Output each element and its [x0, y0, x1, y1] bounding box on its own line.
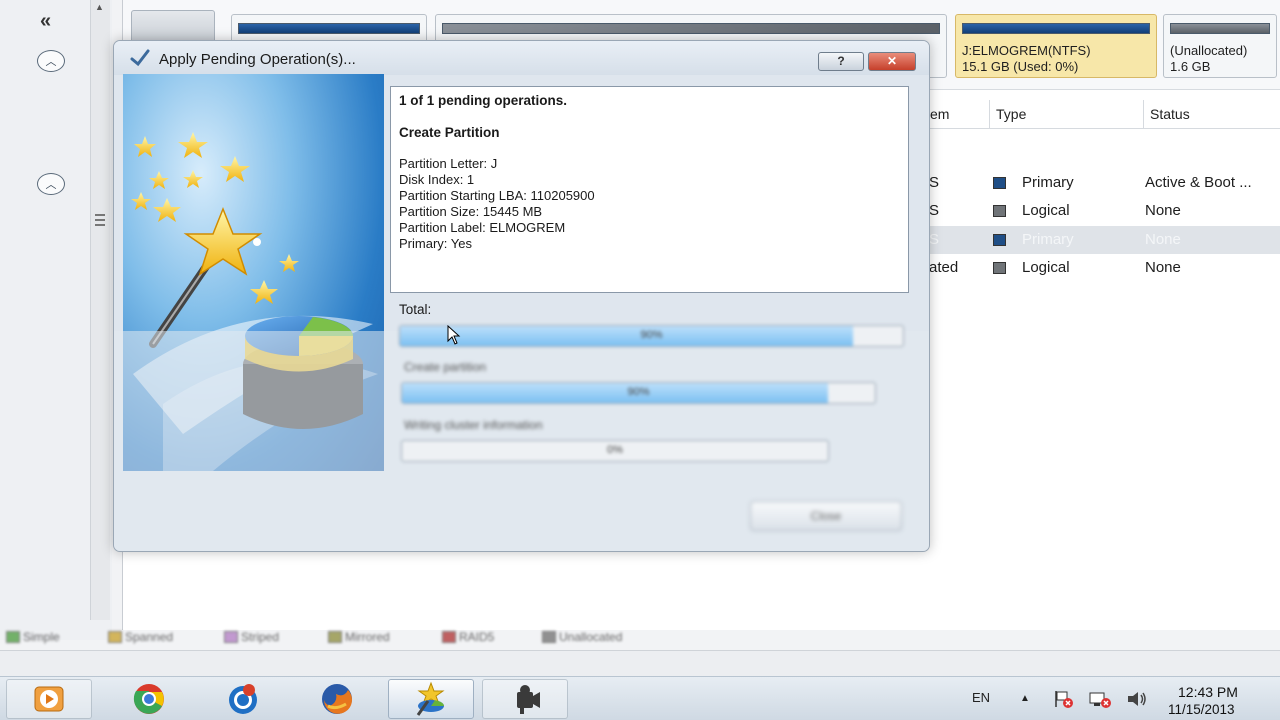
file-system-cell: S	[929, 231, 940, 248]
total-progress-label: Total:	[399, 302, 432, 317]
column-header-type[interactable]: Type	[989, 100, 1143, 128]
operation-detail-line: Partition Starting LBA: 110205900	[399, 188, 595, 203]
status-cell: None	[1145, 231, 1181, 248]
operation-details: Partition Letter: J Disk Index: 1 Partit…	[399, 156, 900, 252]
collapse-panel-icon[interactable]: «	[40, 10, 51, 33]
legend-item: Spanned	[108, 630, 173, 644]
substep-progress-bar: 0%	[401, 440, 829, 462]
chrome-icon	[133, 684, 164, 714]
partition-usage-bar	[238, 23, 420, 34]
progress-percent: 90%	[640, 329, 663, 341]
taskbar-app-camtasia[interactable]	[482, 679, 568, 719]
close-dialog-button[interactable]: Close	[750, 501, 902, 531]
operation-detail-line: Disk Index: 1	[399, 172, 475, 187]
partition-size: 15.1 GB (Used: 0%)	[962, 59, 1079, 74]
dialog-title: Apply Pending Operation(s)...	[159, 51, 356, 68]
file-system-cell: S	[929, 202, 940, 219]
operation-detail-line: Partition Size: 15445 MB	[399, 204, 543, 219]
partition-label: J:ELMOGREM(NTFS)	[962, 43, 1091, 58]
close-button[interactable]: ✕	[868, 52, 916, 71]
column-header-status[interactable]: Status	[1143, 100, 1280, 128]
disk-partition-block[interactable]: (Unallocated) 1.6 GB	[1163, 14, 1277, 78]
legend-item: RAID5	[442, 630, 494, 644]
checkmark-icon	[130, 49, 150, 67]
operation-detail-line: Partition Label: ELMOGREM	[399, 220, 566, 235]
partition-label: (Unallocated)	[1170, 43, 1248, 58]
taskbar-app-firefox[interactable]	[294, 679, 380, 719]
action-center-flag-icon[interactable]	[1053, 689, 1075, 709]
left-panel: « ︿ ︿ ▲	[0, 0, 112, 640]
clock-time[interactable]: 12:43 PM	[1178, 684, 1238, 700]
network-icon[interactable]	[1088, 689, 1112, 709]
help-button[interactable]: ?	[818, 52, 864, 71]
collapse-section-icon[interactable]: ︿	[37, 50, 65, 72]
collapse-section-icon[interactable]: ︿	[37, 173, 65, 195]
operation-name: Create Partition	[399, 125, 500, 140]
type-cell: Primary	[1022, 231, 1074, 248]
taskbar-app-media-player[interactable]	[6, 679, 92, 719]
left-panel-scrollbar[interactable]: ▲	[90, 0, 110, 620]
scroll-up-icon[interactable]: ▲	[95, 2, 104, 12]
step-progress-bar: 90%	[401, 382, 876, 404]
partition-usage-bar	[1170, 23, 1270, 34]
total-progress-bar: 90%	[399, 325, 904, 347]
language-indicator[interactable]: EN	[972, 690, 990, 705]
taskbar-app-partition-wizard[interactable]	[388, 679, 474, 719]
progress-percent: 90%	[627, 386, 650, 398]
operation-detail-line: Primary: Yes	[399, 236, 472, 251]
legend-item: Striped	[224, 630, 279, 644]
apply-operations-dialog: Apply Pending Operation(s)... ? ✕ 1 of 1…	[113, 40, 930, 552]
partition-usage-bar	[442, 23, 940, 34]
legend-item: Unallocated	[542, 630, 622, 644]
type-cell: Logical	[1022, 259, 1070, 276]
system-tray: EN ▲ 12:43 PM 11/15/2013	[930, 677, 1280, 720]
progress-percent: 0%	[607, 444, 623, 456]
type-color-swatch	[993, 234, 1006, 246]
video-camera-icon	[517, 685, 540, 714]
step-label: Create partition	[404, 360, 487, 374]
taskbar-app-chrome[interactable]	[106, 679, 192, 719]
ccleaner-icon	[229, 684, 257, 714]
show-hidden-icons-icon[interactable]: ▲	[1020, 693, 1030, 704]
legend-item: Simple	[6, 630, 60, 644]
operation-detail-line: Partition Letter: J	[399, 156, 498, 171]
volume-icon[interactable]	[1126, 690, 1148, 708]
status-cell: Active & Boot ...	[1145, 174, 1252, 191]
taskbar-app-ccleaner[interactable]	[200, 679, 286, 719]
column-header-file-system[interactable]: em	[923, 100, 989, 128]
legend-item: Mirrored	[328, 630, 390, 644]
pending-operations-panel: 1 of 1 pending operations. Create Partit…	[390, 86, 909, 293]
file-system-cell: ated	[929, 259, 959, 276]
type-color-swatch	[993, 177, 1006, 189]
type-cell: Primary	[1022, 174, 1074, 191]
media-player-icon	[34, 686, 64, 712]
file-system-cell: S	[929, 174, 940, 191]
substep-label: Writing cluster information	[404, 418, 543, 432]
taskbar: EN ▲ 12:43 PM 11/15/2013	[0, 676, 1280, 720]
partition-wizard-icon	[416, 681, 445, 716]
partition-legend: Simple Spanned Striped Mirrored RAID5 Un…	[0, 626, 1280, 650]
type-color-swatch	[993, 205, 1006, 217]
partition-size: 1.6 GB	[1170, 59, 1211, 74]
clock-date[interactable]: 11/15/2013	[1168, 702, 1235, 717]
type-color-swatch	[993, 262, 1006, 274]
partition-usage-bar	[962, 23, 1150, 34]
status-bar	[0, 650, 1280, 676]
mouse-cursor-icon	[447, 325, 461, 345]
status-cell: None	[1145, 202, 1181, 219]
status-cell: None	[1145, 259, 1181, 276]
firefox-icon	[322, 684, 352, 714]
operations-count: 1 of 1 pending operations.	[399, 93, 568, 108]
disk-partition-block-selected[interactable]: J:ELMOGREM(NTFS) 15.1 GB (Used: 0%)	[955, 14, 1157, 78]
dialog-titlebar[interactable]: Apply Pending Operation(s)... ? ✕	[114, 41, 929, 75]
type-cell: Logical	[1022, 202, 1070, 219]
scroll-grip[interactable]	[95, 214, 105, 226]
